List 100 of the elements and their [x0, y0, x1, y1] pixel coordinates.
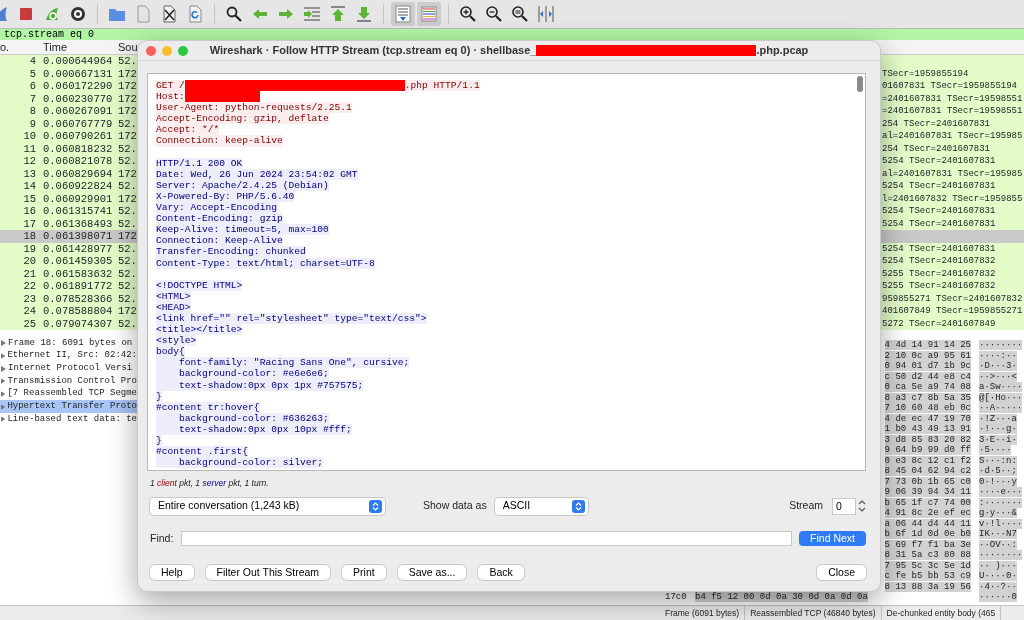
table-cell-text: 5254 TSecr=2401607831 — [882, 155, 997, 168]
table-cell-text: 14 — [22, 180, 36, 193]
byte-view-tab[interactable]: Frame (6091 bytes) — [660, 606, 746, 620]
hex-bytes: 0 94 01 d7 1b 9c — [884, 361, 971, 371]
table-cell-text: 52. — [118, 142, 138, 155]
response-text: background-color: silver; — [156, 457, 323, 469]
hex-bytes: 3 d8 85 83 20 82 — [884, 434, 971, 445]
table-cell-text: 5 — [28, 67, 36, 80]
table-cell-text: 5254 TSecr=2401607831 — [882, 217, 997, 230]
request-text: .php HTTP/1.1 — [404, 80, 480, 92]
hex-bytes: 4 91 8c 2e ef ec — [884, 508, 971, 518]
tree-item[interactable]: Frame 18: 6091 bytes on — [0, 337, 137, 350]
table-cell: 0.060929901 — [43, 192, 113, 205]
data-format-select[interactable]: ASCII — [494, 497, 588, 515]
table-cell-text: 254 TSecr=2401607831 — [882, 117, 992, 130]
table-cell-text: 22 — [22, 280, 36, 293]
hex-bytes: 2 10 0c a9 95 61 — [884, 350, 971, 361]
table-cell: 0.060818232 — [43, 142, 113, 155]
dialog-button[interactable]: Back — [478, 564, 524, 580]
tree-item[interactable]: Hypertext Transfer Proto — [0, 400, 137, 414]
ascii-bytes: ·5···· — [979, 445, 1012, 455]
response-text: text-shadow:0px 0px 1px #757575; — [156, 379, 364, 391]
window-title: Wireshark · Follow HTTP Stream (tcp.stream eq 0) · shellbase_ — [209, 43, 537, 59]
table-cell: 0.060767779 — [43, 117, 113, 130]
dialog-button[interactable]: Filter Out This Stream — [205, 564, 331, 580]
close-button[interactable]: Close — [817, 564, 866, 580]
table-cell: 0.060821078 — [43, 155, 113, 168]
table-cell: 0.061398071 — [43, 230, 113, 243]
dialog-button[interactable]: Save as... — [397, 564, 467, 580]
table-cell-text: 9 — [28, 117, 36, 130]
ascii-bytes: ·!Z···a — [979, 413, 1017, 424]
table-cell-text: 172 — [118, 130, 138, 143]
byte-offset: 17c0 — [664, 592, 688, 603]
table-cell-text: 7 — [28, 92, 36, 105]
filter-field[interactable]: tcp.stream eq 0 — [0, 29, 1024, 41]
dialog-button[interactable]: Help — [150, 564, 194, 580]
spinner-icon[interactable] — [858, 499, 866, 514]
ascii-bytes: 3·E··i· — [979, 434, 1017, 445]
table-cell: 0.078588804 — [43, 305, 113, 318]
table-cell-text: 5254 TSecr=2401607831 — [882, 180, 997, 193]
table-cell: 0.060922824 — [43, 180, 113, 193]
ascii-bytes: ·4··?·· — [979, 581, 1017, 592]
table-cell: al=2401607831 TSecr=195985 — [882, 130, 1024, 143]
hex-bytes: 7 10 60 48 eb 0c — [884, 403, 971, 413]
hex-bytes: 8 45 04 62 94 c2 — [884, 466, 971, 476]
table-cell: =2401607831 TSecr=19598551 — [882, 105, 1024, 118]
hex-bytes: 8 13 88 3a 19 56 — [884, 581, 971, 592]
ascii-bytes: :······· — [979, 497, 1023, 508]
dialog-button[interactable]: Print — [342, 564, 386, 580]
close-icon[interactable] — [146, 46, 156, 56]
response-text: Content-Type: text/html; charset=UTF-8 — [156, 257, 375, 269]
table-cell-text: 172 — [118, 230, 138, 243]
response-text: <HEAD> — [156, 301, 191, 313]
response-text: #content tr:hover{ — [156, 401, 260, 413]
conversation-select[interactable]: Entire conversation (1,243 kB) — [150, 497, 385, 515]
table-cell-text: 52. — [118, 117, 138, 130]
response-text: Connection: Keep-Alive — [156, 235, 283, 247]
table-cell-text: 6 — [28, 80, 36, 93]
colorize-icon — [420, 5, 438, 23]
tree-item[interactable]: [7 Reassembled TCP Segme — [0, 387, 137, 401]
request-text: Host: — [156, 91, 185, 103]
hex-bytes: 1 b0 43 49 13 91 — [884, 424, 971, 434]
find-field[interactable] — [181, 531, 793, 547]
byte-view-tab[interactable]: De-chunked entity body (465 — [881, 606, 1002, 620]
stream-number-field[interactable]: 0 — [832, 497, 856, 515]
scrollbar-thumb[interactable] — [857, 76, 863, 92]
response-text: body{ — [156, 346, 185, 358]
hex-bytes: 7 95 5c 3c 5e 1d — [884, 560, 971, 571]
table-cell: al=2401607831 TSecr=195985 — [882, 167, 1024, 180]
zoom-icon[interactable] — [178, 46, 188, 56]
ascii-bytes: ········ — [979, 340, 1023, 350]
table-cell-text: 172 — [118, 192, 138, 205]
ascii-bytes: ·d·5··; — [979, 466, 1017, 476]
jump-icon — [303, 5, 321, 23]
byte-view-tab[interactable]: Reassembled TCP (46840 bytes) — [745, 606, 882, 620]
response-text: Transfer-Encoding: chunked — [156, 246, 306, 258]
table-cell-text: 5255 TSecr=2401607832 — [882, 280, 997, 293]
hex-bytes: 4 4d 14 91 14 25 — [884, 340, 971, 350]
column-header[interactable]: Time — [43, 40, 113, 54]
file-extension: .php.pcap — [756, 43, 809, 59]
table-cell: 0.061428977 — [43, 242, 113, 255]
table-cell: 0.060829694 — [43, 167, 113, 180]
ascii-bytes: ·!···g· — [979, 424, 1017, 434]
column-header[interactable]: o. — [0, 40, 36, 54]
table-cell-text: 52. — [118, 242, 138, 255]
table-cell: 401607849 TSecr=1959855271 — [882, 305, 1024, 318]
response-text: background-color: #e6e6e6; — [156, 368, 329, 380]
find-next-button[interactable]: Find Next — [799, 531, 866, 547]
ascii-bytes: ····e··· — [979, 487, 1023, 497]
tree-item[interactable]: Ethernet II, Src: 02:42: — [0, 349, 137, 363]
resize-columns-icon — [537, 5, 555, 23]
tree-item[interactable]: Transmission Control Pro — [0, 375, 137, 388]
ascii-bytes: ·D···3· — [979, 361, 1017, 371]
ascii-bytes: 0·!···y — [979, 476, 1017, 487]
zoom-reset-icon — [511, 5, 529, 23]
ascii-bytes: ····:·· — [979, 350, 1017, 361]
tree-item[interactable]: Internet Protocol Versi — [0, 362, 137, 376]
hex-bytes: c fe b5 bb 53 c9 — [884, 571, 971, 581]
response-text: <title></title> — [156, 324, 243, 336]
tree-item[interactable]: Line-based text data: te — [0, 413, 137, 426]
